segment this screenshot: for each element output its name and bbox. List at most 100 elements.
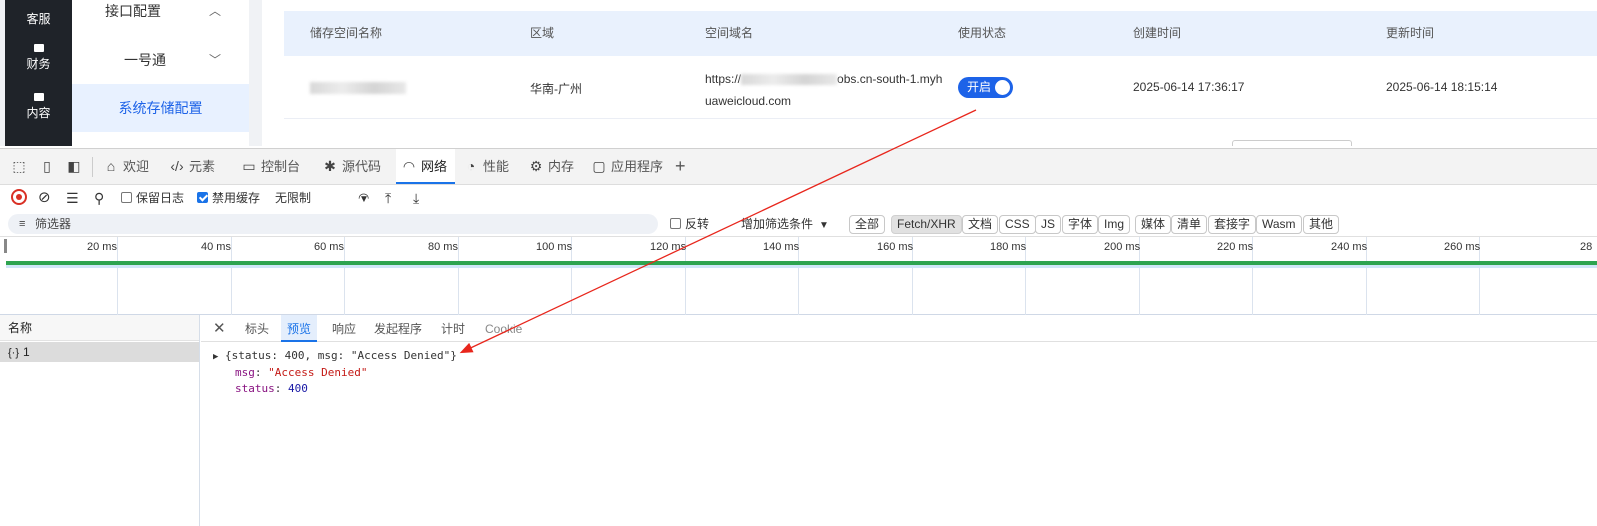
- overview-handle[interactable]: [4, 239, 7, 253]
- tick-label: 240 ms: [1331, 241, 1368, 253]
- filter-type-css[interactable]: CSS: [999, 215, 1036, 234]
- download-icon[interactable]: ⤓: [413, 189, 419, 207]
- filter-type-js[interactable]: JS: [1035, 215, 1062, 234]
- filter-type-socket[interactable]: 套接字: [1208, 215, 1257, 234]
- filter-type-other[interactable]: 其他: [1303, 215, 1340, 234]
- tab-memory[interactable]: ⚙ 内存: [527, 149, 574, 184]
- left-nav: 客服 财务 内容: [5, 0, 72, 146]
- redacted-name: [310, 80, 406, 94]
- tick: 180 ms: [990, 237, 1026, 315]
- filter-type-media[interactable]: 媒体: [1135, 215, 1172, 234]
- nav-item-support[interactable]: 客服: [5, 0, 72, 27]
- dock-icon[interactable]: ◧: [65, 157, 83, 175]
- network-conditions-icon[interactable]: ◠: [358, 189, 369, 207]
- tab-network[interactable]: ◠ 网络: [396, 149, 456, 184]
- checkbox-label: 反转: [685, 217, 710, 231]
- sub-nav-label: 系统存储配置: [118, 100, 203, 116]
- tick: 20 ms: [87, 237, 118, 315]
- sub-nav-interface-config[interactable]: 接口配置 ︿: [72, 0, 249, 35]
- add-tab-button[interactable]: +: [675, 149, 686, 184]
- close-icon[interactable]: ✕: [213, 315, 226, 342]
- tab-application[interactable]: ▢ 应用程序: [590, 149, 663, 184]
- json-property: msg: "Access Denied": [235, 366, 368, 379]
- json-value: "Access Denied": [268, 366, 368, 379]
- nav-item-content[interactable]: 内容: [5, 93, 72, 121]
- throttling-select[interactable]: 无限制 ▼: [275, 189, 369, 207]
- chevron-up-icon: ︿: [208, 4, 221, 18]
- timeline-overview[interactable]: 20 ms 40 ms 60 ms 80 ms 100 ms 120 ms 14…: [0, 237, 1597, 315]
- horizontal-scrollbar[interactable]: [1232, 140, 1352, 146]
- tab-initiator[interactable]: 发起程序: [374, 315, 422, 342]
- tab-response[interactable]: 响应: [332, 315, 356, 342]
- status-toggle[interactable]: 开启: [958, 77, 1013, 98]
- filter-type-img[interactable]: Img: [1098, 215, 1131, 234]
- record-icon[interactable]: [11, 189, 27, 205]
- column-header: 空间域名: [705, 26, 754, 40]
- updated-time: 2025-06-14 18:15:14: [1386, 80, 1498, 94]
- toggle-knob: [995, 80, 1010, 95]
- device-toolbar-icon[interactable]: ▯: [38, 157, 56, 175]
- filter-type-wasm[interactable]: Wasm: [1256, 215, 1302, 234]
- invert-checkbox[interactable]: 反转: [670, 215, 709, 233]
- filter-type-font[interactable]: 字体: [1062, 215, 1099, 234]
- filter-type-fetch-xhr[interactable]: Fetch/XHR: [891, 215, 962, 234]
- filter-type-manifest[interactable]: 清单: [1171, 215, 1208, 234]
- preserve-log-checkbox[interactable]: 保留日志: [121, 189, 184, 207]
- tab-timing[interactable]: 计时: [441, 315, 465, 342]
- table-row: 华南-广州 https:// obs.cn-south-1.myh uaweicl…: [284, 56, 1597, 119]
- inspect-icon[interactable]: ⬚: [10, 157, 28, 175]
- column-header: 更新时间: [1386, 26, 1435, 40]
- filter-type-all[interactable]: 全部: [849, 215, 886, 234]
- sub-nav-storage-config[interactable]: 系统存储配置: [72, 84, 249, 132]
- nav-item-finance[interactable]: 财务: [5, 44, 72, 72]
- tab-sources[interactable]: ✱ 源代码: [321, 149, 381, 184]
- search-icon[interactable]: ⚲: [94, 189, 104, 207]
- request-row[interactable]: {·} 1: [0, 342, 199, 362]
- column-header: 储存空间名称: [310, 26, 383, 40]
- expand-triangle-icon[interactable]: ▶: [213, 352, 218, 362]
- tick-label: 60 ms: [314, 241, 344, 253]
- checkbox-label: 禁用缓存: [212, 191, 261, 205]
- waterfall-bar-shadow: [6, 265, 1597, 268]
- clear-icon[interactable]: ⊘: [38, 189, 51, 207]
- tab-welcome[interactable]: ⌂ 欢迎: [102, 149, 149, 184]
- request-detail: ✕ 标头 预览 响应 发起程序 计时 Cookie ▶ {status: 400…: [201, 315, 1597, 526]
- devtools-panel: ⬚ ▯ ◧ ⌂ 欢迎 ‹/› 元素 ▭ 控制台 ✱ 源代码 ◠ 网络 ◔ 性能 ⚙ 内存 ▢ 应…: [0, 148, 1597, 526]
- chevron-down-icon: ﹀: [208, 53, 221, 67]
- more-filters-dropdown[interactable]: 增加筛选条件 ▼: [741, 215, 829, 233]
- tab-cookie[interactable]: Cookie: [485, 315, 522, 342]
- tab-headers[interactable]: 标头: [245, 315, 269, 342]
- json-summary-row[interactable]: ▶ {status: 400, msg: "Access Denied"}: [213, 348, 457, 365]
- tick-label: 100 ms: [536, 241, 573, 253]
- tick: 120 ms: [650, 237, 686, 315]
- filter-type-doc[interactable]: 文档: [962, 215, 999, 234]
- filter-settings-icon[interactable]: ☰: [66, 189, 79, 207]
- filter-input[interactable]: ≡ 筛选器: [8, 214, 658, 234]
- tab-performance[interactable]: ◔ 性能: [462, 149, 509, 184]
- sub-nav-yihaotong[interactable]: 一号通 ﹀: [72, 36, 249, 84]
- bug-icon: ✱: [324, 158, 336, 174]
- name-column-header[interactable]: 名称: [0, 315, 199, 341]
- tick: 140 ms: [763, 237, 799, 315]
- tick-label: 120 ms: [650, 241, 687, 253]
- tick-label: 220 ms: [1217, 241, 1254, 253]
- json-property: status: 400: [235, 382, 308, 395]
- storage-table: 储存空间名称 区域 空间域名 使用状态 创建时间 更新时间 华南-广州 http…: [284, 11, 1597, 119]
- checkbox-box: [121, 192, 132, 203]
- devtools-tab-bar: ⬚ ▯ ◧ ⌂ 欢迎 ‹/› 元素 ▭ 控制台 ✱ 源代码 ◠ 网络 ◔ 性能 ⚙ 内存 ▢ 应…: [0, 149, 1597, 185]
- filter-icon: ≡: [19, 218, 26, 230]
- checkbox-box: [197, 192, 208, 203]
- tick-label: 160 ms: [877, 241, 914, 253]
- disable-cache-checkbox[interactable]: 禁用缓存: [197, 189, 260, 207]
- toggle-label: 开启: [967, 80, 992, 94]
- tab-elements[interactable]: ‹/› 元素: [168, 149, 215, 184]
- upload-icon[interactable]: ⤒: [385, 189, 391, 207]
- domain-cell: https:// obs.cn-south-1.myh uaweicloud.co…: [705, 68, 942, 112]
- json-key: status: [235, 382, 275, 395]
- domain-prefix: https://: [705, 72, 742, 86]
- checkbox-box: [670, 218, 681, 229]
- tab-console[interactable]: ▭ 控制台: [240, 149, 300, 184]
- tab-preview[interactable]: 预览: [281, 315, 318, 342]
- tick-label: 40 ms: [201, 241, 231, 253]
- json-preview: ▶ {status: 400, msg: "Access Denied"} ms…: [213, 348, 457, 397]
